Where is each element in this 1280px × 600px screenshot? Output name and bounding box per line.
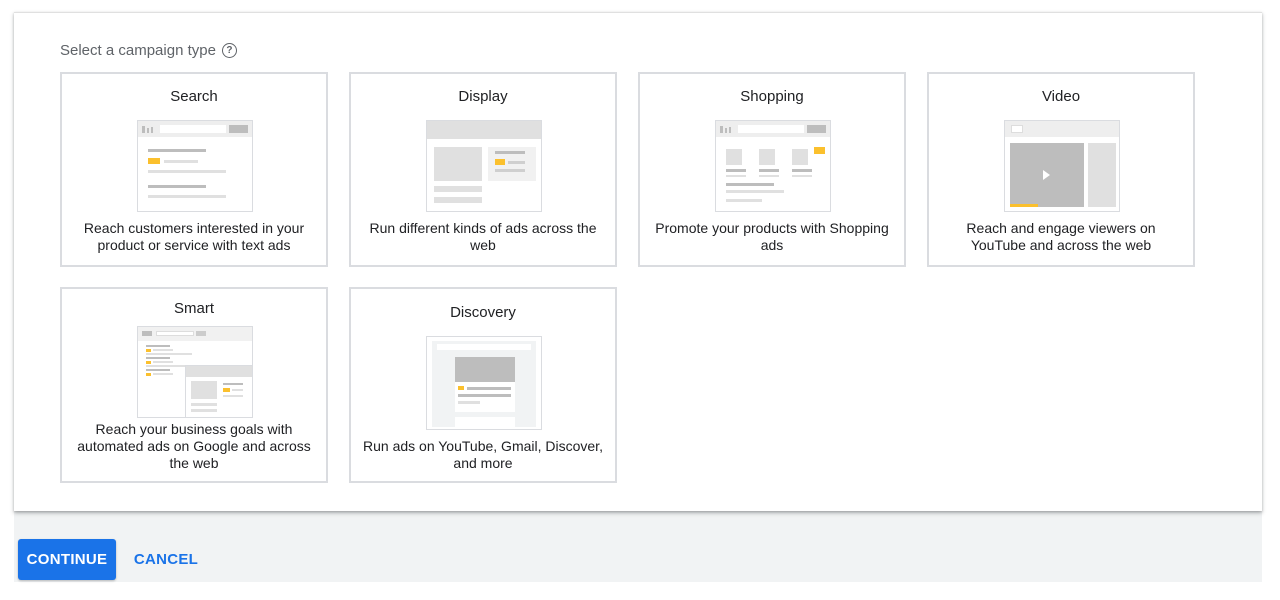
display-ad-illustration-icon [426, 120, 542, 212]
search-ad-illustration-icon [137, 120, 253, 212]
campaign-card-description: Run different kinds of ads across the we… [369, 220, 597, 253]
section-heading-text: Select a campaign type [60, 42, 216, 59]
help-circle-icon[interactable]: ? [221, 43, 237, 58]
campaign-card-description: Promote your products with Shopping ads [655, 220, 889, 253]
campaign-card-title: Shopping [740, 88, 804, 105]
smart-ad-illustration-icon [137, 326, 253, 418]
campaign-card-title: Display [458, 88, 508, 105]
campaign-card-display[interactable]: Display Run different kinds of ads acros… [349, 72, 617, 267]
campaign-card-search[interactable]: Search Reach customers interested in you… [60, 72, 328, 267]
campaign-card-description: Reach customers interested in your produ… [83, 220, 305, 253]
campaign-card-title: Video [1041, 88, 1081, 105]
campaign-card-description: Run ads on YouTube, Gmail, Discover, and… [363, 438, 603, 471]
campaign-card-description: Reach and engage viewers on YouTube and … [966, 220, 1156, 253]
discovery-ad-illustration-icon [426, 336, 542, 430]
shopping-ad-illustration-icon [715, 120, 831, 212]
section-heading: Select a campaign type ? [60, 42, 237, 59]
campaign-card-discovery[interactable]: Discovery Run ads on YouTube, Gmail, Dis… [349, 287, 617, 483]
campaign-card-description: Reach your business goals with automated… [77, 421, 311, 471]
continue-button[interactable]: CONTINUE [18, 539, 116, 580]
campaign-card-title: Smart [173, 300, 214, 317]
video-ad-illustration-icon [1004, 120, 1120, 212]
campaign-card-video[interactable]: Video Reach and engage viewers on YouTub… [927, 72, 1195, 267]
campaign-card-title: Search [170, 88, 218, 105]
campaign-card-title: Discovery [450, 304, 516, 321]
campaign-card-smart[interactable]: Smart Reach your business goals with aut… [60, 287, 328, 483]
cancel-button[interactable]: CANCEL [126, 539, 206, 580]
campaign-card-shopping[interactable]: Shopping Promote your products with Shop… [638, 72, 906, 267]
